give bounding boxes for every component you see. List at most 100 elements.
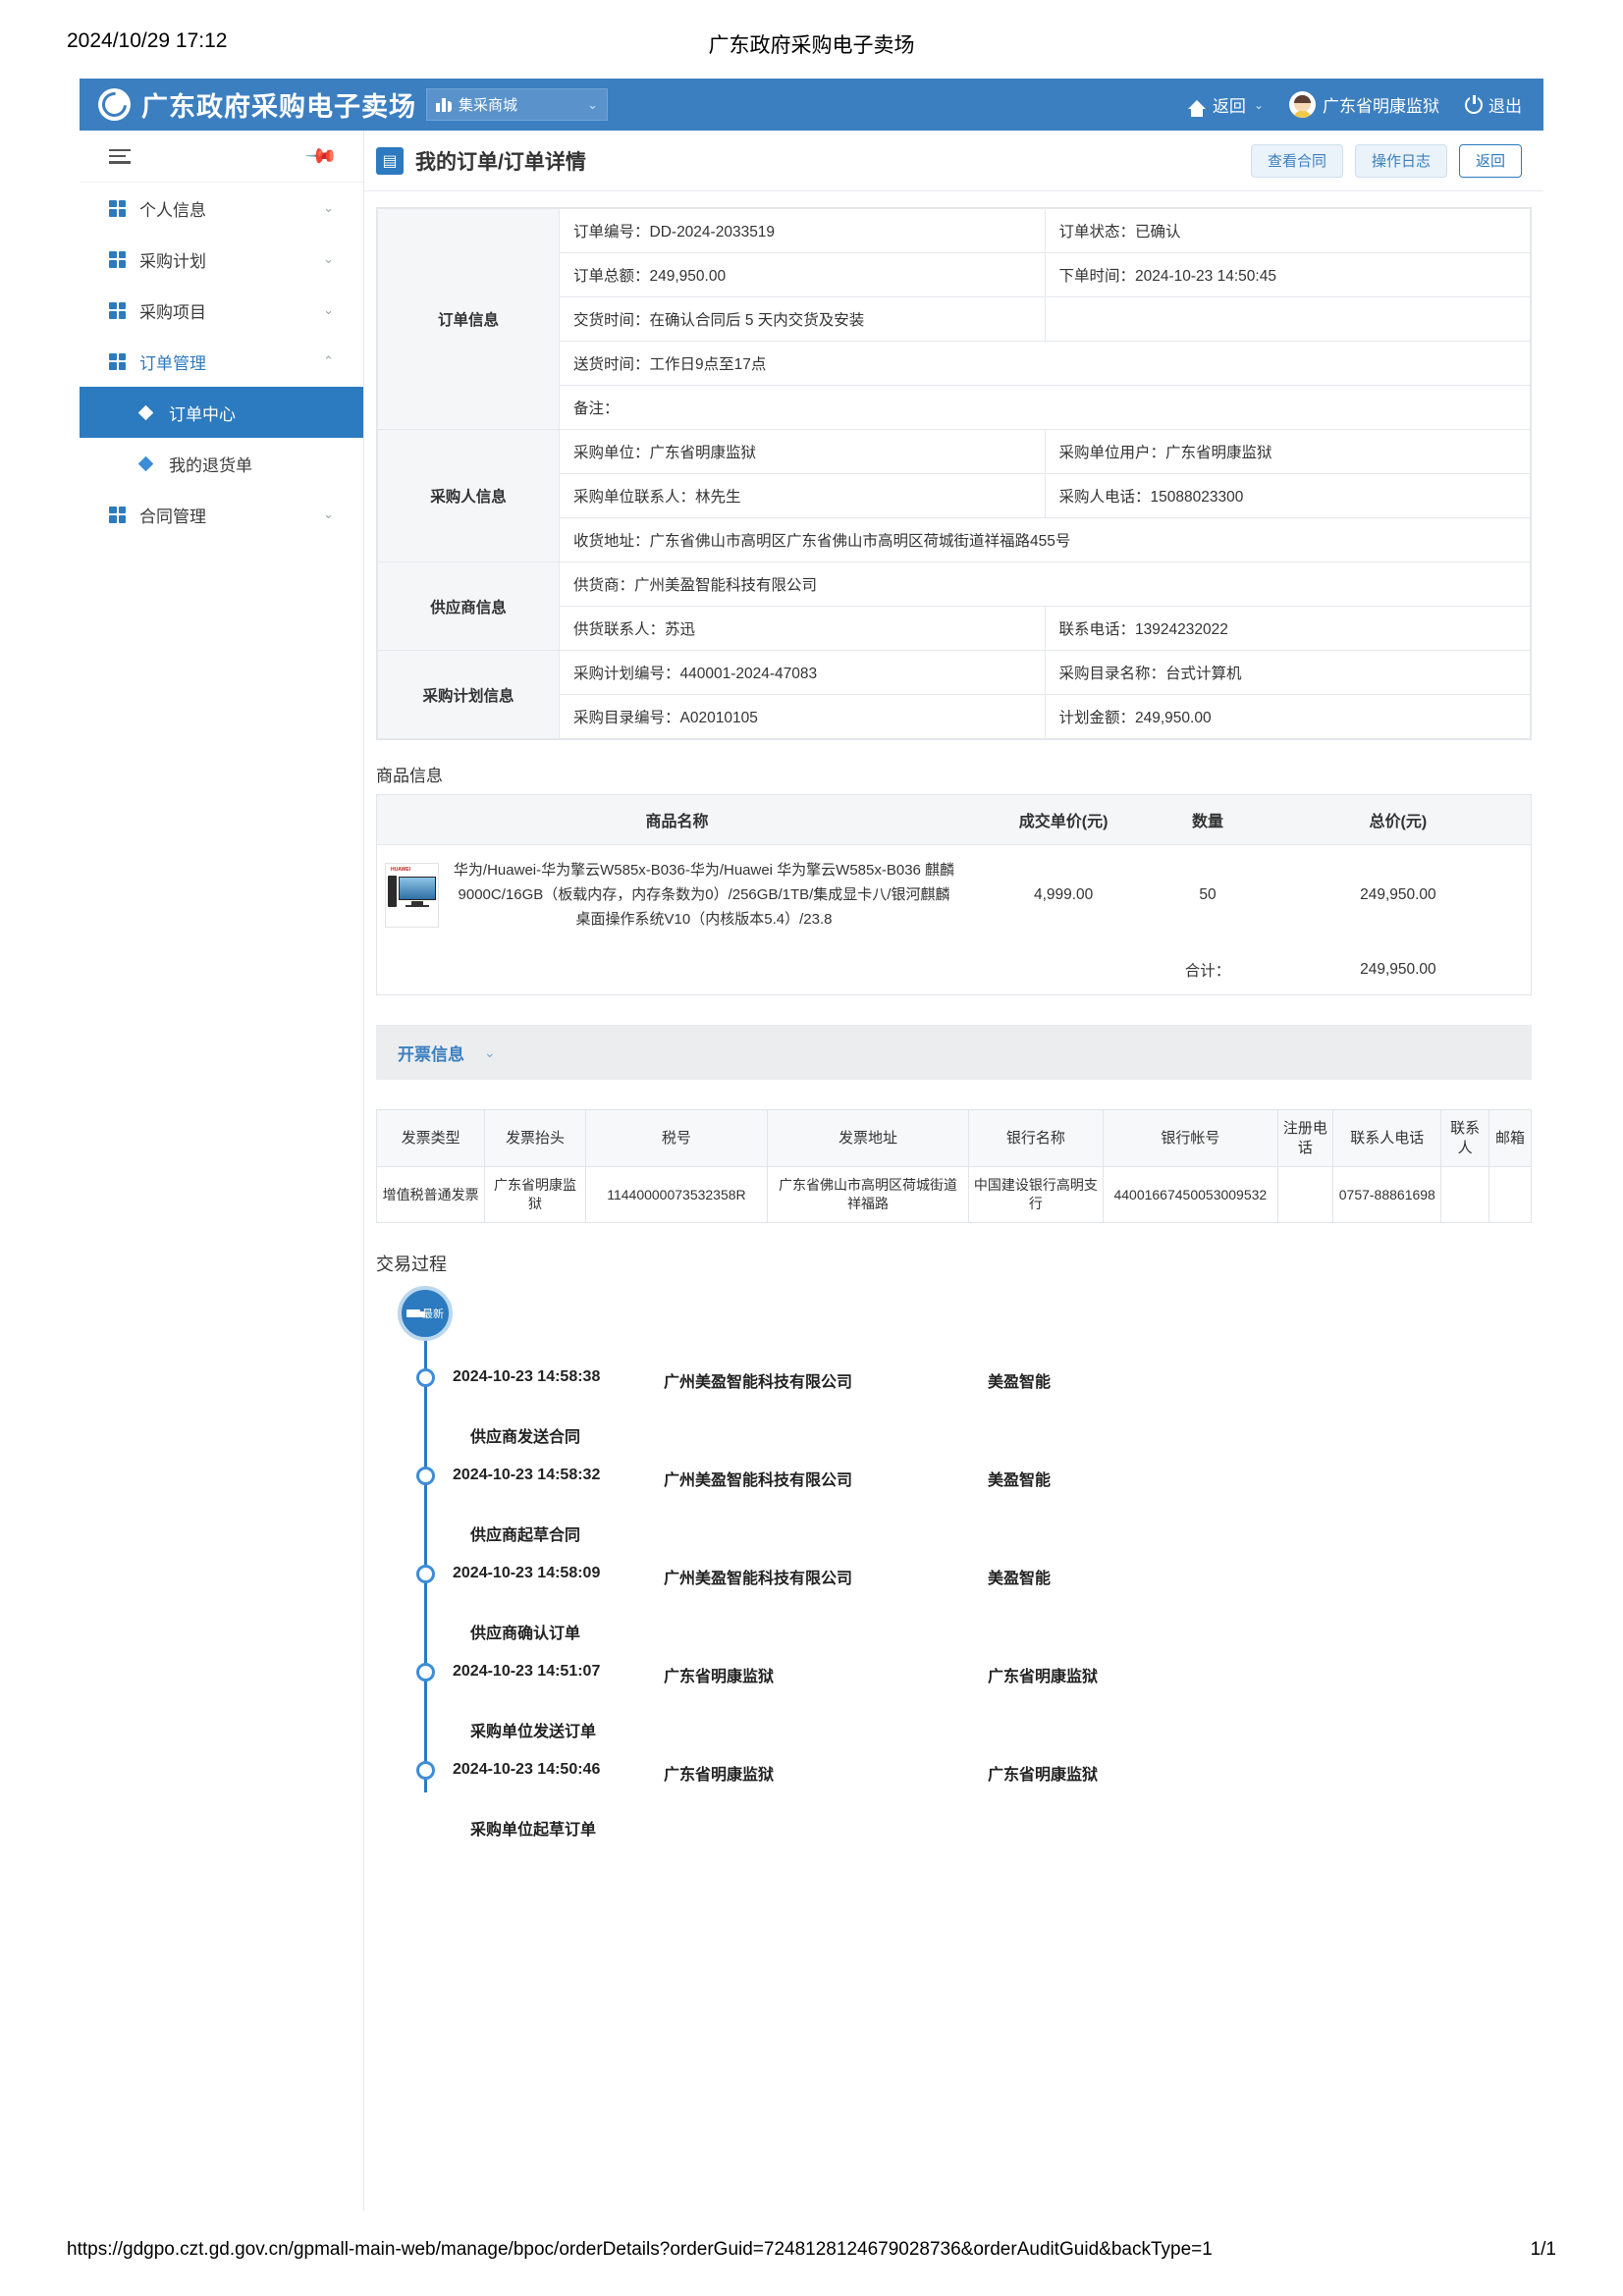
timeline-latest-label: 最新 bbox=[422, 1308, 444, 1321]
sidebar-item-my-returns[interactable]: 我的退货单 bbox=[80, 438, 363, 489]
main-content: ▤ 我的订单/订单详情 查看合同 操作日志 返回 订单信息 订单编号：DD-20… bbox=[364, 131, 1543, 1849]
invoice-header-contact: 联系人 bbox=[1440, 1109, 1489, 1168]
order-detail-table: 订单信息 订单编号：DD-2024-2033519 订单状态：已确认 订单总额：… bbox=[377, 208, 1531, 739]
goods-sum-row: 合计： 249,950.00 bbox=[377, 945, 1531, 994]
buyer-unit-user-cell: 采购单位用户：广东省明康监狱 bbox=[1044, 429, 1531, 474]
empty-cell bbox=[1044, 296, 1531, 342]
mall-selector[interactable]: 集采商城 ⌄ bbox=[426, 88, 608, 121]
invoice-title-cell: 广东省明康监狱 bbox=[484, 1166, 586, 1224]
collapse-menu-icon[interactable] bbox=[109, 148, 131, 164]
footer-url: https://gdgpo.czt.gd.gov.cn/gpmall-main-… bbox=[67, 2239, 1213, 2260]
invoice-header-contact-phone: 联系人电话 bbox=[1332, 1109, 1442, 1168]
sidebar-item-order-management[interactable]: 订单管理 ⌃ bbox=[80, 336, 363, 387]
chevron-down-icon: ⌄ bbox=[323, 200, 334, 215]
sidebar-item-purchase-project[interactable]: 采购项目 ⌄ bbox=[80, 285, 363, 336]
timeline-section-title: 交易过程 bbox=[376, 1255, 447, 1275]
grid-icon bbox=[109, 199, 126, 217]
invoice-table: 发票类型 发票抬头 税号 发票地址 银行名称 银行帐号 注册电话 联系人电话 联… bbox=[375, 1109, 1533, 1224]
invoice-section-label: 开票信息 bbox=[398, 1044, 464, 1064]
catalog-name-cell: 采购目录名称：台式计算机 bbox=[1044, 650, 1531, 695]
footer-page-number: 1/1 bbox=[1530, 2239, 1556, 2260]
timeline-time: 2024-10-23 14:58:38 bbox=[453, 1368, 601, 1386]
sidebar-subitem-label: 我的退货单 bbox=[169, 455, 252, 475]
sidebar-item-label: 采购计划 bbox=[139, 251, 206, 271]
timeline-org: 广东省明康监狱 bbox=[664, 1669, 775, 1686]
print-title: 广东政府采购电子卖场 bbox=[708, 34, 915, 57]
buyer-address-value: 广东省佛山市高明区广东省佛山市高明区荷城街道祥福路455号 bbox=[649, 533, 1071, 550]
page-header: ▤ 我的订单/订单详情 查看合同 操作日志 返回 bbox=[364, 131, 1543, 191]
timeline-time: 2024-10-23 14:51:07 bbox=[453, 1663, 601, 1681]
table-row: 供应商信息 供货商：广州美盈智能科技有限公司 bbox=[377, 561, 1531, 651]
chevron-down-icon[interactable]: ⌄ bbox=[484, 1044, 496, 1061]
buyer-contact-label: 采购单位联系人： bbox=[573, 489, 696, 506]
operation-log-button[interactable]: 操作日志 bbox=[1354, 143, 1447, 178]
chevron-up-icon: ⌃ bbox=[323, 353, 334, 368]
order-no-value: DD-2024-2033519 bbox=[649, 224, 776, 240]
chevron-down-icon: ⌄ bbox=[587, 96, 598, 112]
sidebar-item-label: 个人信息 bbox=[139, 200, 206, 220]
back-button[interactable]: 返回 bbox=[1458, 143, 1522, 178]
logout-button[interactable]: 退出 bbox=[1465, 92, 1522, 117]
sidebar-item-label: 合同管理 bbox=[139, 507, 206, 526]
user-account[interactable]: 广东省明康监狱 bbox=[1289, 91, 1439, 118]
invoice-section-bar[interactable]: 开票信息 ⌄ bbox=[376, 1025, 1532, 1081]
print-footer: https://gdgpo.czt.gd.gov.cn/gpmall-main-… bbox=[0, 2239, 1623, 2269]
invoice-reg-phone-cell bbox=[1276, 1166, 1334, 1224]
chevron-down-icon: ⌄ bbox=[323, 302, 334, 317]
invoice-bank-account-cell: 44001667450053009532 bbox=[1103, 1166, 1278, 1224]
timeline-short-name: 美盈智能 bbox=[988, 1472, 1052, 1490]
invoice-header-title: 发票抬头 bbox=[484, 1109, 586, 1168]
order-time-cell: 下单时间：2024-10-23 14:50:45 bbox=[1044, 252, 1531, 297]
invoice-header-address: 发票地址 bbox=[767, 1109, 969, 1168]
timeline-time: 2024-10-23 14:58:09 bbox=[453, 1565, 601, 1582]
supplier-contact-value: 苏迅 bbox=[665, 621, 696, 638]
home-icon bbox=[1187, 100, 1206, 117]
back-menu[interactable]: 返回 ⌄ bbox=[1187, 92, 1264, 117]
sidebar-item-personal-info[interactable]: 个人信息 ⌄ bbox=[80, 183, 363, 234]
view-contract-button[interactable]: 查看合同 bbox=[1250, 143, 1343, 178]
invoice-contact-cell bbox=[1440, 1166, 1489, 1224]
timeline-org: 广州美盈智能科技有限公司 bbox=[664, 1571, 853, 1588]
timeline-dot-icon bbox=[416, 1663, 435, 1682]
supplier-contact-cell: 供货联系人：苏迅 bbox=[559, 606, 1046, 651]
table-row: 采购计划信息 采购计划编号：440001-2024-47083 采购目录名称：台… bbox=[377, 650, 1531, 739]
timeline-short-name: 美盈智能 bbox=[988, 1571, 1052, 1588]
site-logo-icon bbox=[96, 86, 133, 123]
catalog-name-value: 台式计算机 bbox=[1165, 666, 1242, 682]
computer-icon bbox=[388, 876, 436, 908]
order-status-value: 已确认 bbox=[1135, 224, 1181, 240]
buyer-phone-value: 15088023300 bbox=[1150, 489, 1244, 506]
sidebar-item-order-center[interactable]: 订单中心 bbox=[80, 387, 363, 438]
buyer-unit-user-value: 广东省明康监狱 bbox=[1165, 445, 1272, 461]
sidebar-item-purchase-plan[interactable]: 采购计划 ⌄ bbox=[80, 234, 363, 285]
goods-total-cell: 249,950.00 bbox=[1360, 886, 1436, 904]
invoice-header-bank-name: 银行名称 bbox=[967, 1109, 1105, 1168]
bar-chart-icon bbox=[436, 97, 454, 112]
timeline-action: 采购单位发送订单 bbox=[470, 1724, 597, 1741]
sidebar-item-contract-management[interactable]: 合同管理 ⌄ bbox=[80, 489, 363, 540]
buyer-address-label: 收货地址： bbox=[573, 533, 650, 550]
invoice-header-bank-account: 银行帐号 bbox=[1103, 1109, 1278, 1168]
order-total-cell: 订单总额：249,950.00 bbox=[559, 252, 1046, 297]
buyer-unit-value: 广东省明康监狱 bbox=[649, 445, 757, 461]
buyer-phone-cell: 采购人电话：15088023300 bbox=[1044, 473, 1531, 518]
product-name: 华为/Huawei-华为擎云W585x-B036-华为/Huawei 华为擎云W… bbox=[453, 862, 955, 928]
order-total-label: 订单总额： bbox=[573, 268, 650, 285]
brand-logo-area[interactable]: 广东政府采购电子卖场 bbox=[96, 85, 416, 124]
order-status-cell: 订单状态：已确认 bbox=[1044, 208, 1531, 253]
back-label: 返回 bbox=[1212, 97, 1246, 116]
sidebar-item-label: 采购项目 bbox=[139, 302, 206, 322]
print-header: 2024/10/29 17:12 广东政府采购电子卖场 bbox=[0, 0, 1623, 73]
timeline-time: 2024-10-23 14:58:32 bbox=[453, 1467, 601, 1484]
sidebar-subitem-label: 订单中心 bbox=[169, 404, 236, 424]
goods-panel: 商品名称 成交单价(元) 数量 总价(元) HUAWEI 华为/Huawei-华… bbox=[376, 794, 1532, 996]
page-header-buttons: 查看合同 操作日志 返回 bbox=[1250, 143, 1522, 178]
invoice-header-row: 发票类型 发票抬头 税号 发票地址 银行名称 银行帐号 注册电话 联系人电话 联… bbox=[375, 1109, 1533, 1168]
timeline-time: 2024-10-23 14:50:46 bbox=[453, 1761, 601, 1779]
invoice-contact-phone-cell: 0757-88861698 bbox=[1332, 1166, 1442, 1224]
pin-icon[interactable]: 📌 bbox=[304, 139, 339, 174]
catalog-no-label: 采购目录编号： bbox=[573, 710, 680, 726]
timeline-dot-icon bbox=[416, 1368, 435, 1388]
delivery-time-cell: 交货时间：在确认合同后 5 天内交货及安装 bbox=[559, 296, 1046, 342]
supplier-name-cell: 供货商：广州美盈智能科技有限公司 bbox=[559, 561, 1531, 607]
